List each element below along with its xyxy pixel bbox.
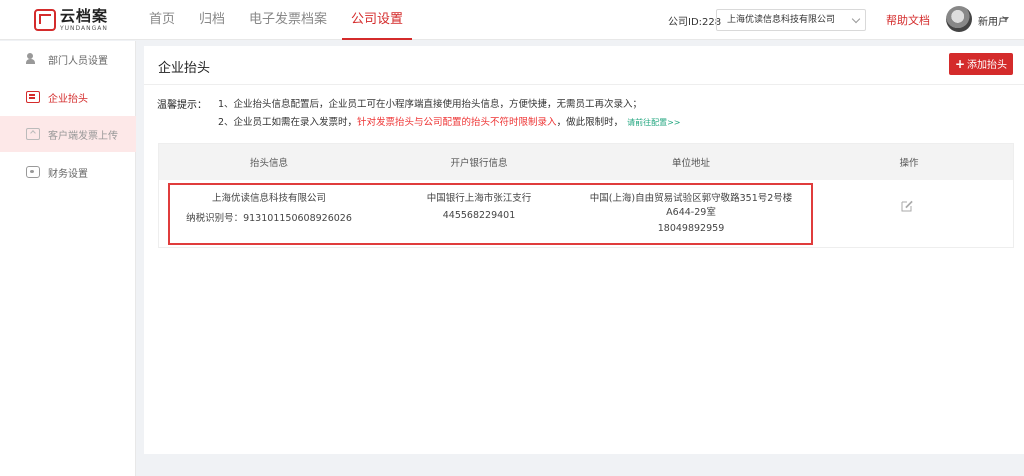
highlight-box xyxy=(168,183,813,245)
configure-link[interactable]: 请前往配置>> xyxy=(627,118,680,127)
tip2-warning: 针对发票抬头与公司配置的抬头不符时限制录入 xyxy=(357,117,557,128)
tip-line-1: 1、企业抬头信息配置后，企业员工可在小程序端直接使用抬头信息，方便快捷，无需员工… xyxy=(218,99,643,110)
logo-icon xyxy=(34,9,56,31)
sidebar-item-label: 部门人员设置 xyxy=(48,55,108,67)
sidebar-item-client-upload[interactable]: 客户端发票上传 xyxy=(0,116,136,152)
upload-icon xyxy=(26,128,40,140)
tip2-text: 2、企业员工如需在录入发票时， xyxy=(218,117,358,128)
col-header-info: 抬头信息 xyxy=(249,158,288,169)
table-header: 抬头信息 开户银行信息 单位地址 操作 xyxy=(159,144,1013,180)
sidebar-item-label: 客户端发票上传 xyxy=(48,130,118,142)
top-bar: 云档案 YUNDANGAN 首页 归档 电子发票档案 公司设置 公司ID:228… xyxy=(0,0,1024,40)
company-select[interactable]: 上海优读信息科技有限公司 xyxy=(716,9,866,31)
divider xyxy=(144,84,1024,85)
company-id: 公司ID:228 xyxy=(668,17,722,28)
finance-icon xyxy=(26,166,40,178)
sidebar-item-label: 财务设置 xyxy=(48,168,88,180)
main-nav: 首页 归档 电子发票档案 公司设置 xyxy=(140,0,418,40)
caret-down-icon[interactable] xyxy=(1003,17,1009,21)
nav-einvoice-archive[interactable]: 电子发票档案 xyxy=(240,0,336,40)
people-icon xyxy=(26,53,40,65)
sidebar: 部门人员设置 企业抬头 客户端发票上传 财务设置 xyxy=(0,41,136,476)
logo[interactable]: 云档案 YUNDANGAN xyxy=(34,7,124,33)
chevron-down-icon xyxy=(851,14,861,24)
invoice-head-icon xyxy=(26,91,40,103)
sidebar-item-label: 企业抬头 xyxy=(48,93,88,105)
page-title: 企业抬头 xyxy=(158,61,211,76)
sidebar-item-finance-settings[interactable]: 财务设置 xyxy=(0,154,136,190)
add-header-button[interactable]: + 添加抬头 xyxy=(949,53,1013,75)
company-select-value: 上海优读信息科技有限公司 xyxy=(727,15,836,25)
logo-text: 云档案 xyxy=(60,6,109,25)
sidebar-item-department-staff[interactable]: 部门人员设置 xyxy=(0,41,136,77)
tips-label: 温馨提示： xyxy=(157,100,207,111)
col-address: 单位地址 xyxy=(671,158,710,169)
tip-line-2: 2、企业员工如需在录入发票时，针对发票抬头与公司配置的抬头不符时限制录入，做此限… xyxy=(218,114,680,128)
plus-icon: + xyxy=(954,57,966,71)
sidebar-item-company-header[interactable]: 企业抬头 xyxy=(0,79,136,115)
tip2-text-end: ，做此限制时， xyxy=(556,117,624,128)
col-bank-info: 开户银行信息 xyxy=(450,158,508,169)
avatar[interactable] xyxy=(946,6,972,32)
header-table: 抬头信息 开户银行信息 单位地址 操作 上海优读信息科技有限公司 纳税识别号：9… xyxy=(158,143,1014,248)
logo-subtext: YUNDANGAN xyxy=(60,24,108,32)
nav-home[interactable]: 首页 xyxy=(140,0,184,40)
col-actions: 操作 xyxy=(899,158,919,169)
nav-company-settings[interactable]: 公司设置 xyxy=(342,0,413,40)
help-docs-link[interactable]: 帮助文档 xyxy=(886,12,930,28)
add-header-label: 添加抬头 xyxy=(967,60,1008,71)
edit-icon[interactable] xyxy=(901,200,913,212)
main-panel: 企业抬头 + 添加抬头 温馨提示： 1、企业抬头信息配置后，企业员工可在小程序端直… xyxy=(144,46,1024,454)
nav-archive[interactable]: 归档 xyxy=(190,0,234,40)
